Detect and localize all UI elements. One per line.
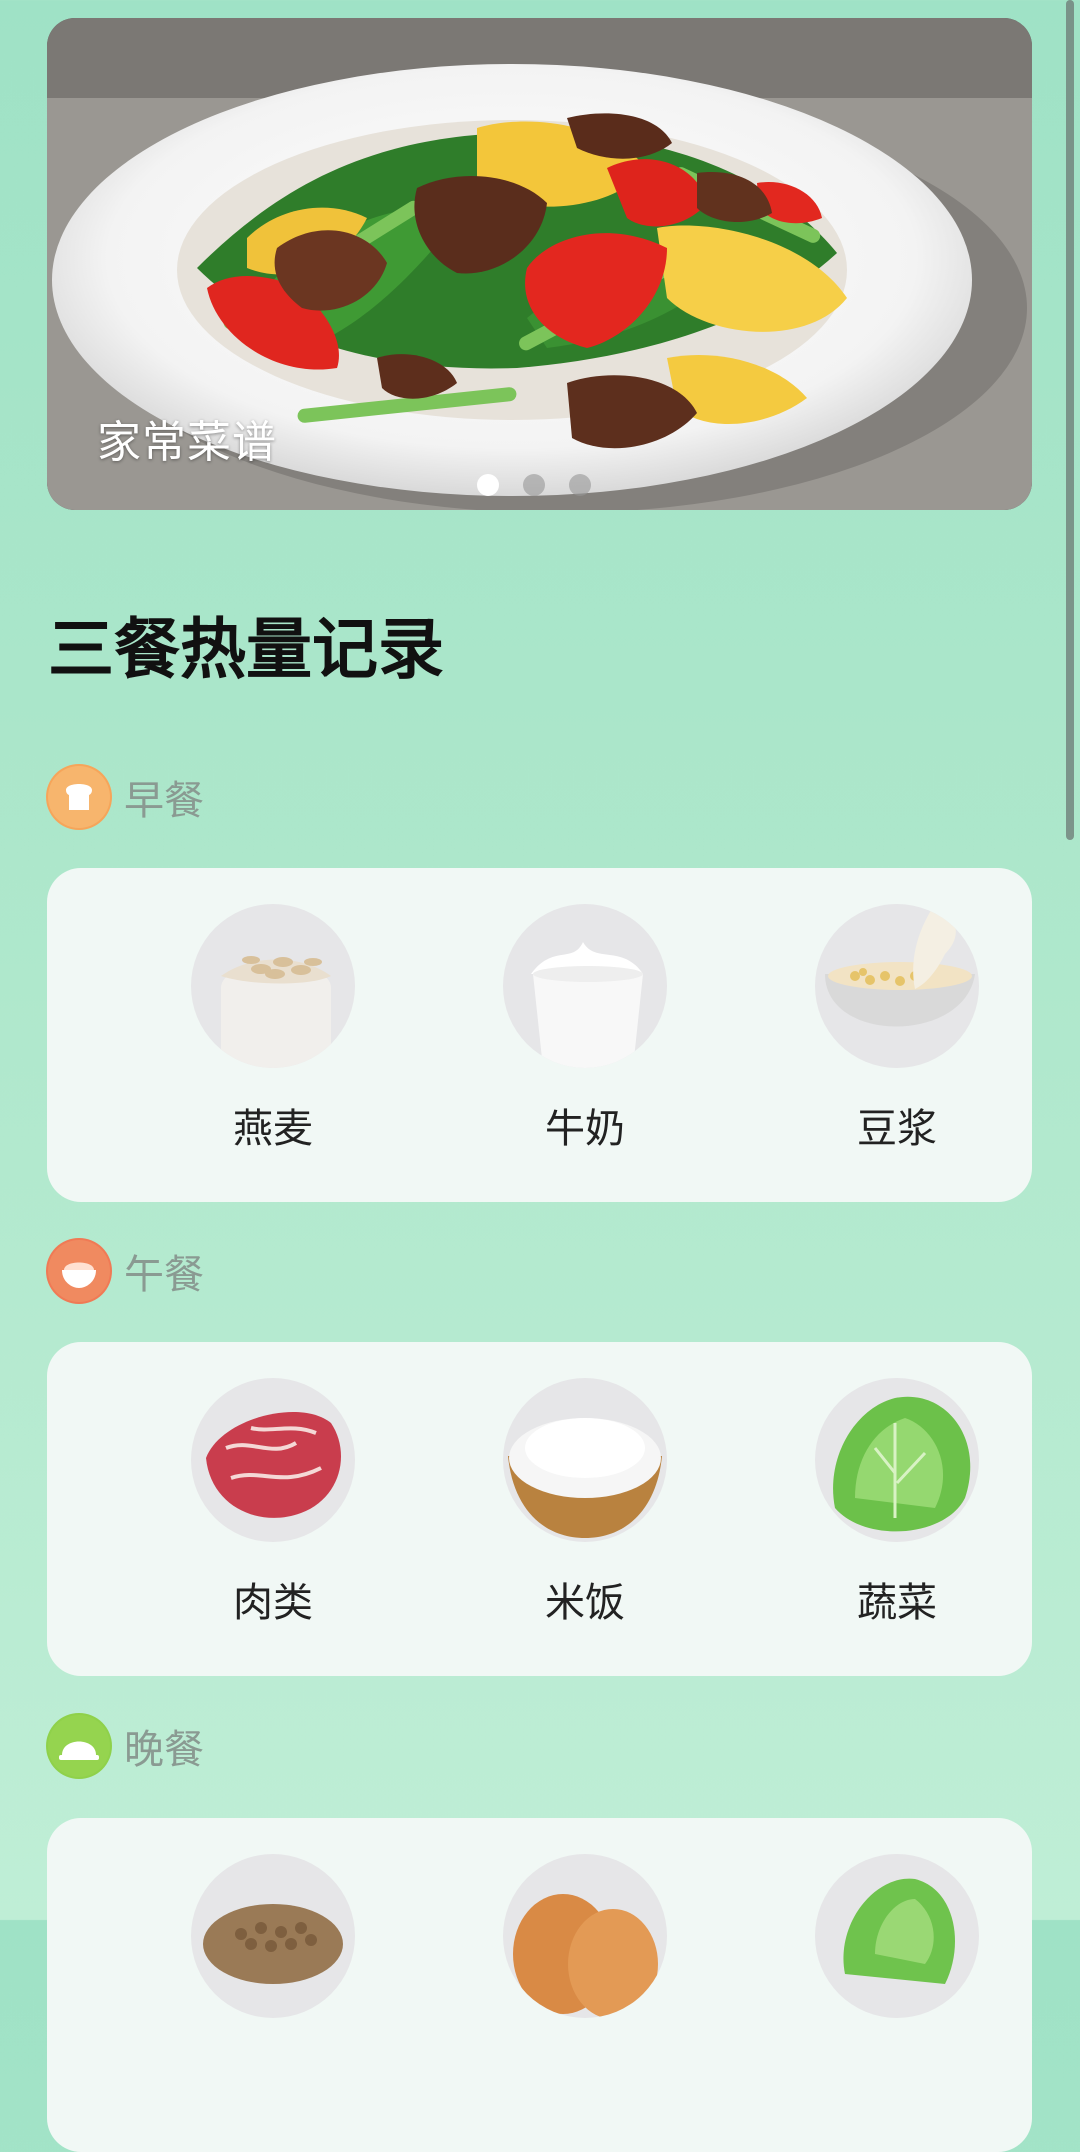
page-title: 三餐热量记录 bbox=[48, 611, 444, 688]
food-label: 燕麦 bbox=[233, 1106, 313, 1152]
meat-image bbox=[191, 1378, 355, 1542]
vegetable-image bbox=[815, 1378, 979, 1542]
banner-title: 家常菜谱 bbox=[97, 417, 277, 468]
rice-image bbox=[503, 1378, 667, 1542]
meal-label-lunch: 午餐 bbox=[124, 1252, 204, 1298]
food-item-egg[interactable] bbox=[485, 1854, 685, 2018]
milk-image bbox=[503, 904, 667, 1068]
greens-image bbox=[815, 1854, 979, 2018]
banner-carousel[interactable]: 家常菜谱 bbox=[47, 18, 1032, 510]
oats-image bbox=[191, 904, 355, 1068]
meal-card-dinner bbox=[47, 1818, 1032, 2152]
meal-card-breakfast: 燕麦 牛奶 豆浆 bbox=[47, 868, 1032, 1202]
dome-icon bbox=[46, 1713, 112, 1779]
meal-header-breakfast: 早餐 bbox=[46, 762, 204, 832]
food-item-vegetable[interactable]: 蔬菜 bbox=[797, 1378, 997, 1628]
grains-image bbox=[191, 1854, 355, 2018]
soy-milk-image bbox=[815, 904, 979, 1068]
food-item-greens[interactable] bbox=[797, 1854, 997, 2018]
rice-bowl-icon bbox=[46, 1238, 112, 1304]
food-label: 米饭 bbox=[545, 1580, 625, 1626]
bread-icon bbox=[46, 764, 112, 830]
meal-header-lunch: 午餐 bbox=[46, 1236, 204, 1306]
food-item-oats[interactable]: 燕麦 bbox=[173, 904, 373, 1154]
food-item-milk[interactable]: 牛奶 bbox=[485, 904, 685, 1154]
carousel-dot-1[interactable] bbox=[477, 474, 499, 496]
food-item-rice[interactable]: 米饭 bbox=[485, 1378, 685, 1628]
food-label: 蔬菜 bbox=[857, 1580, 937, 1626]
food-label: 牛奶 bbox=[545, 1106, 625, 1152]
egg-image bbox=[503, 1854, 667, 2018]
food-item-grains[interactable] bbox=[173, 1854, 373, 2018]
food-item-meat[interactable]: 肉类 bbox=[173, 1378, 373, 1628]
carousel-dot-2[interactable] bbox=[523, 474, 545, 496]
carousel-indicator[interactable] bbox=[477, 474, 591, 496]
meal-header-dinner: 晚餐 bbox=[46, 1711, 204, 1781]
carousel-dot-3[interactable] bbox=[569, 474, 591, 496]
meal-label-breakfast: 早餐 bbox=[124, 778, 204, 824]
food-label: 肉类 bbox=[233, 1580, 313, 1626]
meal-label-dinner: 晚餐 bbox=[124, 1727, 204, 1773]
food-label: 豆浆 bbox=[857, 1106, 937, 1152]
scrollbar[interactable] bbox=[1066, 0, 1074, 840]
meal-card-lunch: 肉类 米饭 蔬菜 bbox=[47, 1342, 1032, 1676]
food-item-soy-milk[interactable]: 豆浆 bbox=[797, 904, 997, 1154]
